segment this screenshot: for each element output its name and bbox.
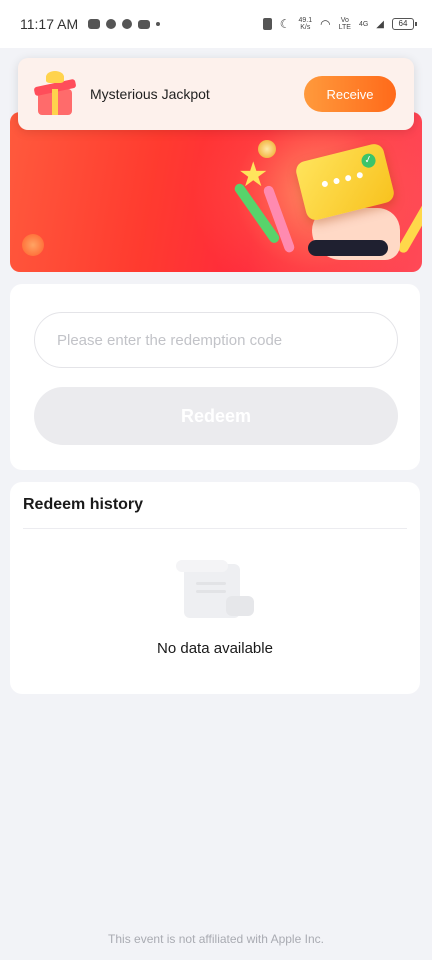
- check-icon: ✓: [360, 152, 378, 170]
- status-left: 11:17 AM: [20, 16, 161, 32]
- receive-button[interactable]: Receive: [304, 76, 396, 112]
- signal-icon: ◢: [376, 18, 384, 30]
- notification-title: Mysterious Jackpot: [90, 86, 210, 102]
- status-right: ☾ 49.1 K/s ◠ Vo LTE 4G ◢ 64: [262, 17, 417, 31]
- footer-disclaimer: This event is not affiliated with Apple …: [108, 932, 324, 946]
- history-title: Redeem history: [23, 496, 144, 513]
- sleeve-cuff: [308, 240, 388, 256]
- promo-banner: ★ ✓: [10, 112, 422, 272]
- redeem-card: Redeem: [10, 284, 420, 470]
- messenger-icon: [122, 19, 133, 29]
- status-time: 11:17 AM: [20, 16, 79, 32]
- status-bar: 11:17 AM ☾ 49.1 K/s ◠ Vo LTE 4G ◢ 64: [0, 0, 432, 48]
- gift-box-icon: [33, 71, 78, 117]
- empty-document-icon: [174, 560, 258, 624]
- coin-icon: [258, 140, 276, 158]
- network-type-label: 4G: [358, 20, 369, 28]
- empty-state-text: No data available: [157, 640, 273, 657]
- more-notifications-dot-icon: [156, 22, 161, 26]
- redeem-button[interactable]: Redeem: [34, 387, 398, 445]
- network-speed: 49.1 K/s: [298, 17, 313, 31]
- redeem-history-card: Redeem history No data available: [10, 482, 420, 694]
- app-icon: [138, 19, 151, 29]
- chat-bubble-icon: [106, 19, 117, 29]
- card-code-dots: [321, 171, 364, 188]
- jackpot-notification: Mysterious Jackpot Receive: [18, 58, 414, 130]
- vibrate-icon: [262, 18, 272, 30]
- history-divider: [23, 528, 407, 529]
- star-icon: ★: [238, 156, 269, 194]
- game-controller-icon: [88, 19, 101, 29]
- do-not-disturb-moon-icon: ☾: [279, 17, 291, 31]
- volte-label: Vo LTE: [338, 17, 351, 31]
- wifi-icon: ◠: [320, 17, 331, 31]
- battery-icon: 64: [392, 18, 417, 30]
- banner-orb: [22, 234, 44, 256]
- redemption-code-input[interactable]: [34, 312, 398, 368]
